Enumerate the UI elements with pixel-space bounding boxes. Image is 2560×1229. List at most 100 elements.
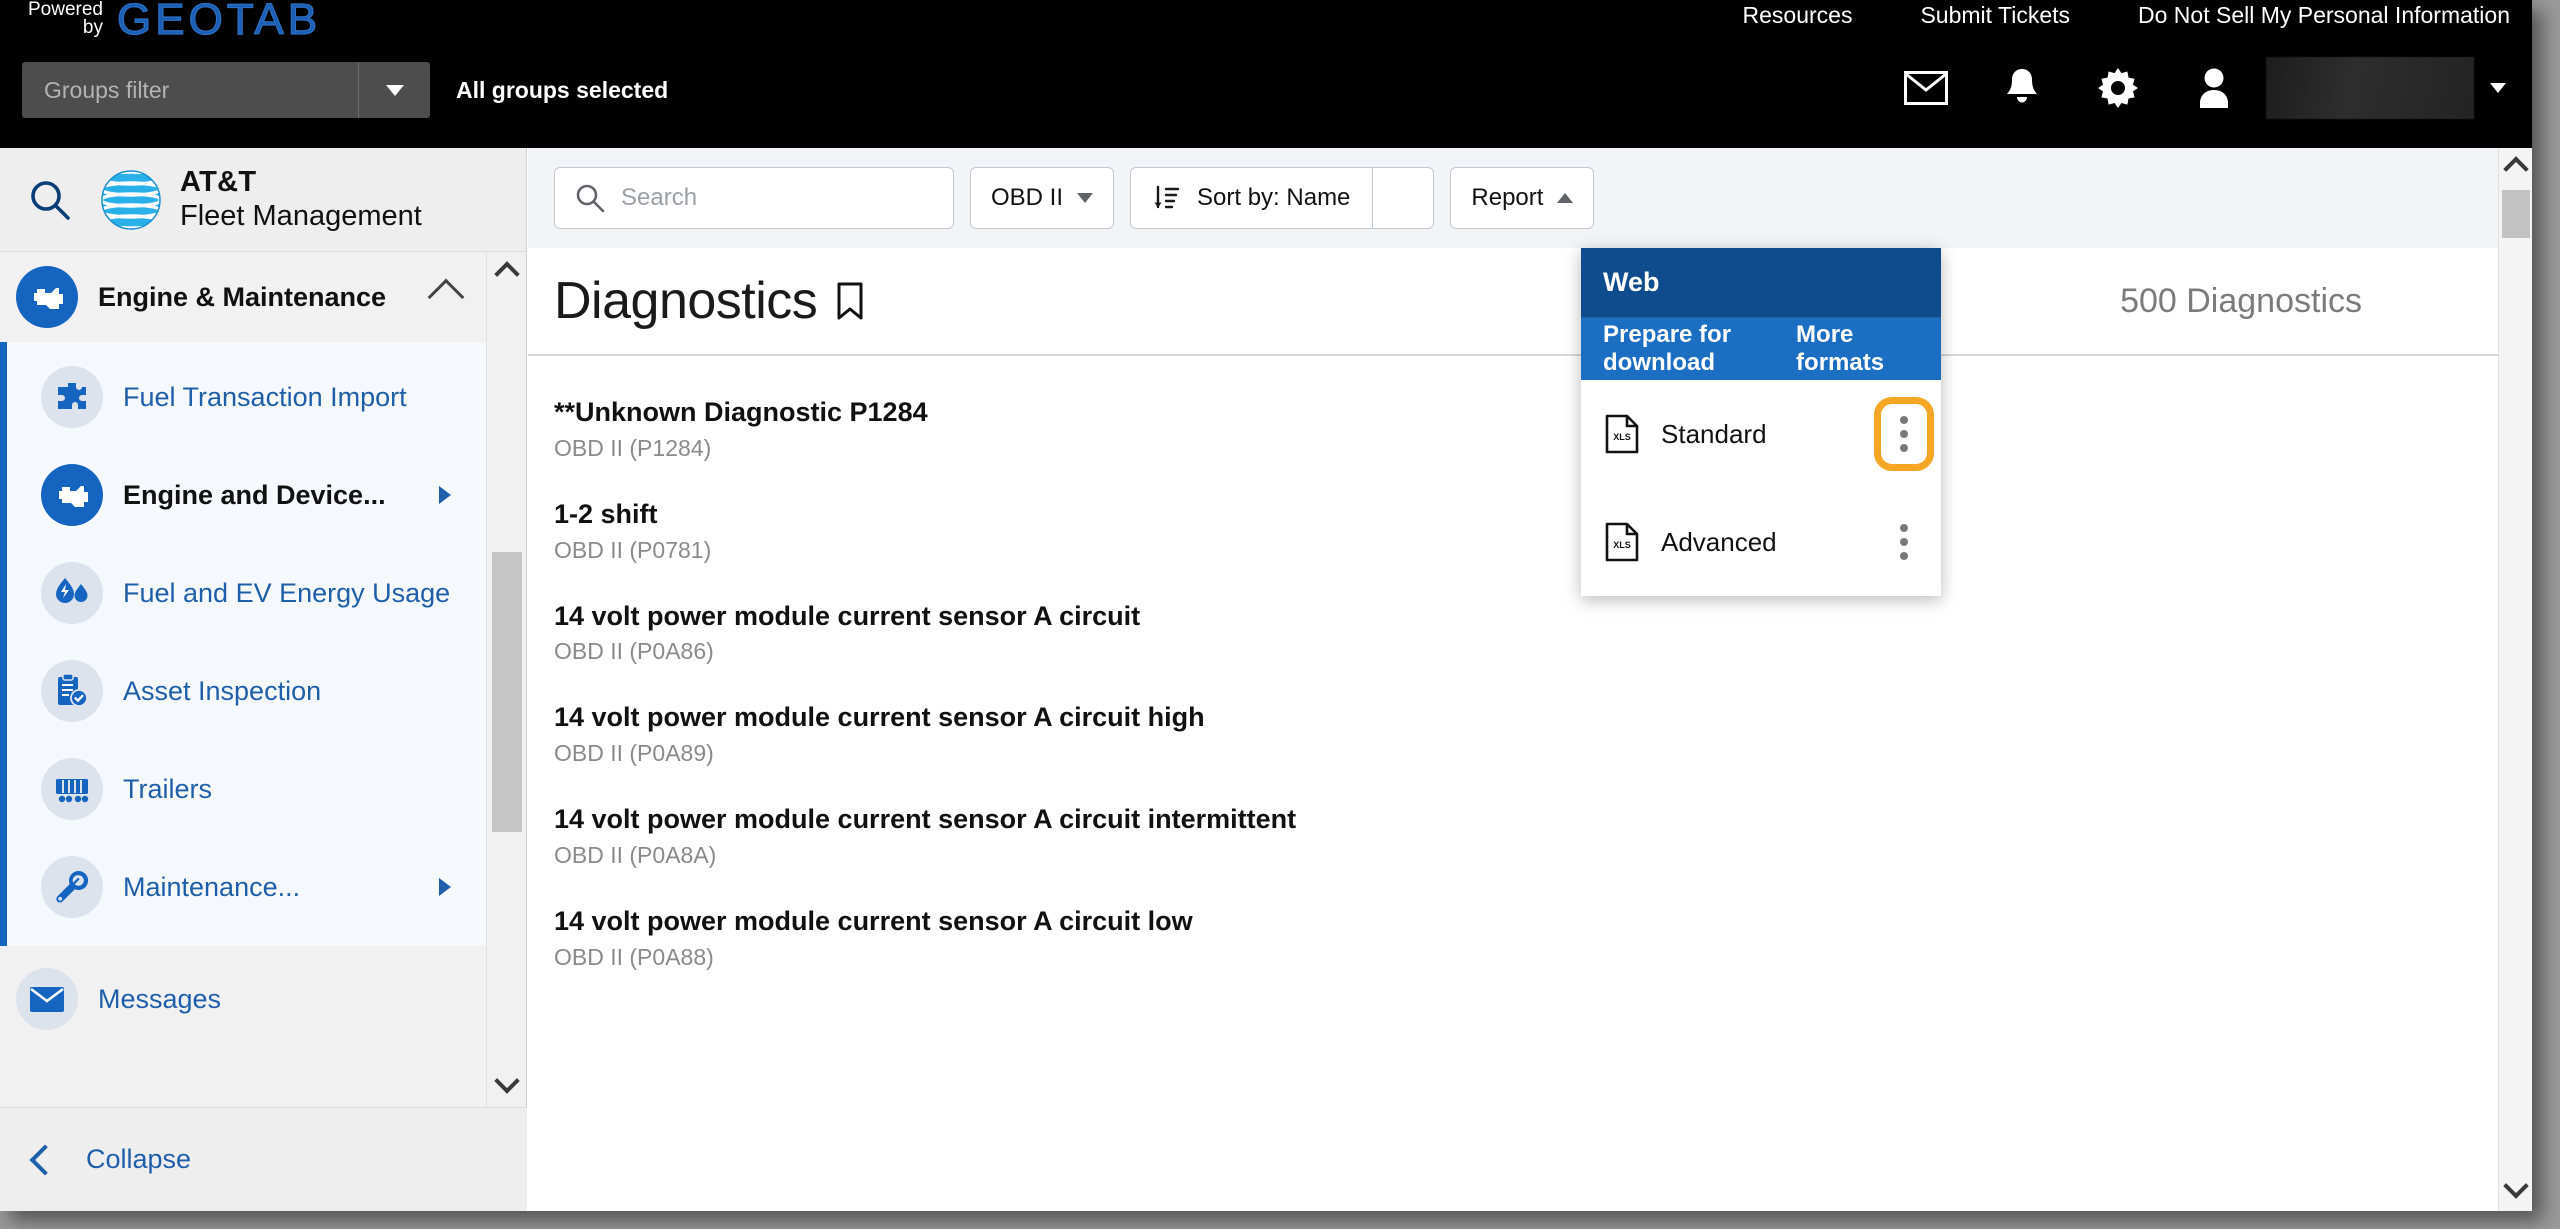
application-window: Powered by GEOTAB Groups filter All grou… xyxy=(0,0,2532,1211)
link-resources[interactable]: Resources xyxy=(1743,2,1853,29)
sidebar-scroll-up-button[interactable] xyxy=(487,252,527,296)
chevron-up-icon[interactable] xyxy=(427,278,465,316)
sidebar-scroll-down-button[interactable] xyxy=(487,1063,527,1107)
svg-text:XLS: XLS xyxy=(1613,540,1631,550)
sidebar-group-engine-maintenance[interactable]: Engine & Maintenance xyxy=(0,252,487,342)
menu-item-web[interactable]: Web xyxy=(1581,248,1941,318)
search-icon xyxy=(576,184,605,213)
sidebar-item-engine-and-device[interactable]: Engine and Device... xyxy=(7,446,487,544)
powered-line2: by xyxy=(82,17,103,38)
scroll-thumb[interactable] xyxy=(2502,190,2530,238)
menu-section-header: Prepare for download More formats xyxy=(1581,318,1941,380)
sidebar-item-maintenance[interactable]: Maintenance... xyxy=(7,838,487,936)
xls-file-icon: XLS xyxy=(1605,414,1639,454)
sidebar-item-label: Maintenance... xyxy=(123,871,301,902)
sidebar-item-label: Asset Inspection xyxy=(123,675,322,706)
page-title: Diagnostics xyxy=(554,271,865,331)
menu-item-label: Advanced xyxy=(1661,526,1777,557)
diagnostic-name: 14 volt power module current sensor A ci… xyxy=(554,600,1141,631)
groups-filter-area: Groups filter All groups selected xyxy=(22,62,668,118)
sidebar-scrollbar[interactable] xyxy=(486,252,526,1107)
att-fleet-logo: AT&T Fleet Management xyxy=(100,166,422,233)
att-globe-icon xyxy=(101,169,161,230)
list-item[interactable]: 1-2 shift OBD II (P0781) xyxy=(528,480,2532,582)
standard-kebab-menu-icon[interactable] xyxy=(1874,397,1934,471)
scroll-down-button[interactable] xyxy=(2499,1169,2532,1211)
sidebar-item-trailers[interactable]: Trailers xyxy=(7,740,487,838)
sort-control: Sort by: Name xyxy=(1130,167,1435,229)
scroll-up-button[interactable] xyxy=(2499,148,2532,190)
person-icon[interactable] xyxy=(2166,56,2262,120)
sort-dropdown-button[interactable] xyxy=(1372,167,1435,229)
search-input[interactable]: Search xyxy=(554,167,954,229)
top-nav-links: Resources Submit Tickets Do Not Sell My … xyxy=(1743,2,2510,29)
sidebar-submenu: Fuel Transaction Import Engine and Devic… xyxy=(0,342,487,946)
page-title-text: Diagnostics xyxy=(554,272,818,330)
chevron-down-icon xyxy=(494,1068,520,1094)
groups-filter-placeholder[interactable]: Groups filter xyxy=(22,62,358,118)
menu-item-advanced[interactable]: XLS Advanced xyxy=(1581,488,1941,596)
chevron-up-icon xyxy=(2503,156,2529,182)
diagnostic-name: 14 volt power module current sensor A ci… xyxy=(554,702,1205,733)
list-item[interactable]: **Unknown Diagnostic P1284 OBD II (P1284… xyxy=(528,378,2532,480)
sidebar-item-fuel-transaction-import[interactable]: Fuel Transaction Import xyxy=(7,348,487,446)
sidebar-item-messages[interactable]: Messages xyxy=(0,946,487,1052)
sort-descending-icon xyxy=(1154,185,1180,209)
puzzle-icon xyxy=(41,366,103,428)
chevron-down-icon xyxy=(1077,193,1094,203)
list-item[interactable]: 14 volt power module current sensor A ci… xyxy=(528,785,2532,887)
sidebar-item-label: Fuel and EV Energy Usage xyxy=(123,577,451,608)
report-label: Report xyxy=(1471,184,1544,211)
sidebar-search-icon[interactable] xyxy=(0,179,100,221)
more-formats-button[interactable]: More formats xyxy=(1796,321,1915,377)
account-chevron-down-icon[interactable] xyxy=(2490,83,2506,93)
content-toolbar: Search OBD II Sort by: Name Report xyxy=(528,148,2532,248)
link-do-not-sell[interactable]: Do Not Sell My Personal Information xyxy=(2138,2,2510,29)
menu-item-standard[interactable]: XLS Standard xyxy=(1581,380,1941,488)
diagnostics-list: **Unknown Diagnostic P1284 OBD II (P1284… xyxy=(528,356,2532,989)
list-item[interactable]: 14 volt power module current sensor A ci… xyxy=(528,887,2532,989)
chevron-up-icon xyxy=(1557,193,1574,203)
chevron-down-icon xyxy=(2503,1173,2529,1199)
main-scrollbar[interactable] xyxy=(2498,148,2532,1211)
chevron-right-icon[interactable] xyxy=(439,878,451,896)
sidebar-item-asset-inspection[interactable]: Asset Inspection xyxy=(7,642,487,740)
menu-web-label: Web xyxy=(1603,267,1660,297)
svg-text:XLS: XLS xyxy=(1613,432,1631,442)
diagnostic-code: OBD II (P0A86) xyxy=(554,638,714,665)
main-content: Search OBD II Sort by: Name Report Diagn… xyxy=(528,148,2532,1211)
groups-filter-field[interactable]: Groups filter xyxy=(22,62,430,118)
groups-selected-status: All groups selected xyxy=(456,76,669,103)
obd-filter-button[interactable]: OBD II xyxy=(970,167,1115,229)
chevron-right-icon[interactable] xyxy=(439,486,451,504)
list-item[interactable]: 14 volt power module current sensor A ci… xyxy=(528,582,2532,684)
mail-icon[interactable] xyxy=(1878,56,1974,120)
report-button[interactable]: Report xyxy=(1450,167,1595,229)
obd-filter-label: OBD II xyxy=(991,184,1064,211)
diagnostic-code: OBD II (P0A8A) xyxy=(554,841,717,868)
menu-item-label: Standard xyxy=(1661,418,1767,449)
clipboard-check-icon xyxy=(41,660,103,722)
diagnostic-code: OBD II (P0A88) xyxy=(554,943,714,970)
advanced-kebab-menu-icon[interactable] xyxy=(1887,524,1921,560)
sidebar-scroll-thumb[interactable] xyxy=(492,552,522,832)
link-submit-tickets[interactable]: Submit Tickets xyxy=(1920,2,2070,29)
groups-filter-dropdown-button[interactable] xyxy=(358,62,430,118)
sidebar-scroll-region: Engine & Maintenance Fuel Transaction Im… xyxy=(0,252,527,1107)
gear-icon[interactable] xyxy=(2070,56,2166,120)
sidebar-item-label: Trailers xyxy=(123,773,213,804)
sort-by-label: Sort by: Name xyxy=(1197,184,1351,211)
prepare-for-download-label: Prepare for download xyxy=(1603,321,1732,376)
sort-by-button[interactable]: Sort by: Name xyxy=(1130,167,1373,229)
list-item[interactable]: 14 volt power module current sensor A ci… xyxy=(528,683,2532,785)
sidebar-item-label: Fuel Transaction Import xyxy=(123,381,407,412)
sidebar-item-fuel-ev-energy-usage[interactable]: Fuel and EV Energy Usage xyxy=(7,544,487,642)
sidebar-collapse-button[interactable]: Collapse xyxy=(0,1107,527,1211)
bell-icon[interactable] xyxy=(1974,56,2070,120)
powered-by-label: Powered by xyxy=(28,0,103,37)
top-icon-bar xyxy=(1878,56,2510,120)
account-name-redacted xyxy=(2266,57,2474,119)
geotab-brand: Powered by GEOTAB xyxy=(28,0,321,42)
sidebar-nav: Engine & Maintenance Fuel Transaction Im… xyxy=(0,252,487,1052)
chevron-down-icon xyxy=(385,84,404,96)
